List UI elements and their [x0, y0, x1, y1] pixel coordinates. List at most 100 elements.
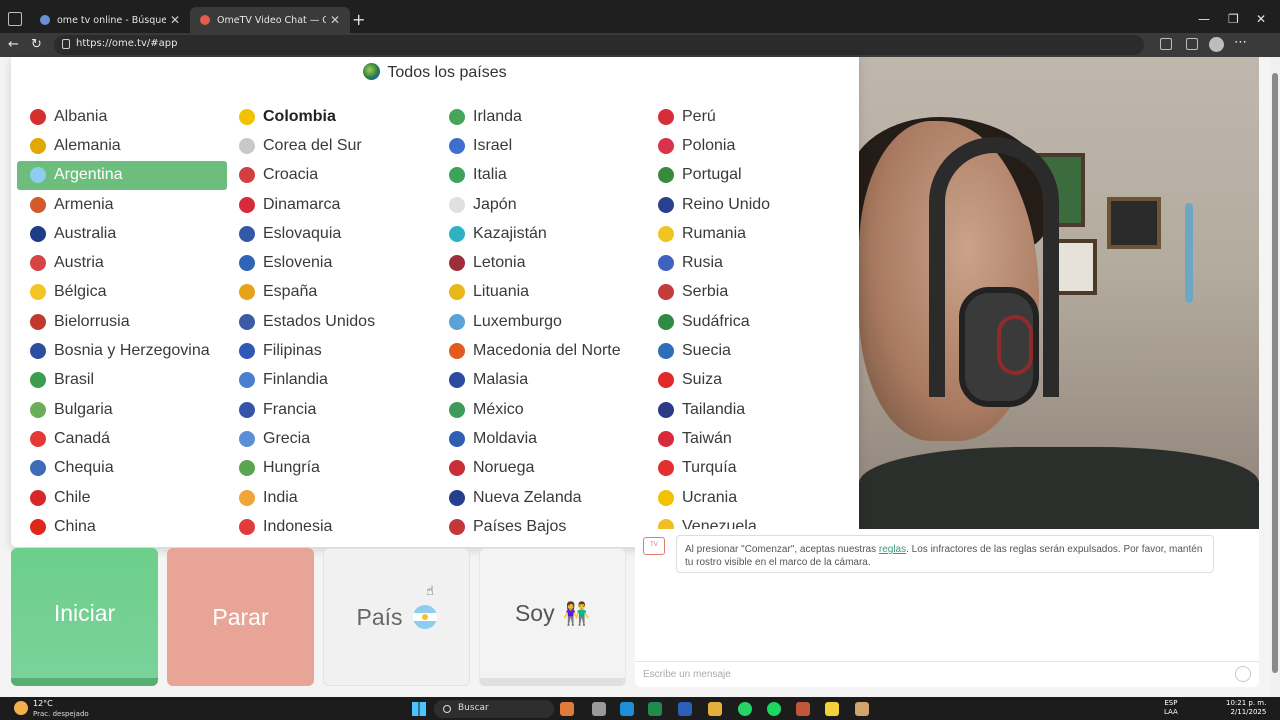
- task-view-icon[interactable]: [592, 702, 606, 716]
- country-option[interactable]: Nueva Zelanda: [436, 483, 646, 512]
- country-option[interactable]: Francia: [226, 395, 436, 424]
- weather-icon[interactable]: [14, 701, 28, 715]
- close-tab-icon[interactable]: ✕: [170, 13, 180, 27]
- app-icon[interactable]: [796, 702, 810, 716]
- country-button[interactable]: País: [323, 548, 470, 686]
- country-option[interactable]: Noruega: [436, 454, 646, 483]
- country-option[interactable]: Australia: [17, 219, 227, 248]
- country-option[interactable]: Bosnia y Herzegovina: [17, 336, 227, 365]
- new-tab-icon[interactable]: +: [352, 10, 365, 29]
- browser-tab-search[interactable]: ome tv online - Búsqueda ✕: [30, 8, 190, 32]
- whatsapp-icon[interactable]: [738, 702, 752, 716]
- country-option[interactable]: Alemania: [17, 131, 227, 160]
- minimize-icon[interactable]: —: [1198, 12, 1210, 26]
- country-option[interactable]: Bélgica: [17, 278, 227, 307]
- country-option[interactable]: Dinamarca: [226, 190, 436, 219]
- country-option[interactable]: Italia: [436, 161, 646, 190]
- country-option[interactable]: Indonesia: [226, 512, 436, 541]
- country-option[interactable]: Bielorrusia: [17, 307, 227, 336]
- country-option[interactable]: Argentina: [17, 160, 227, 190]
- input-language[interactable]: ESP LAA: [1164, 699, 1178, 717]
- start-menu-icon[interactable]: [412, 702, 426, 716]
- country-option[interactable]: Corea del Sur: [226, 131, 436, 160]
- gender-button[interactable]: Soy 👫: [479, 548, 626, 686]
- scroll-thumb[interactable]: [1272, 73, 1278, 673]
- close-window-icon[interactable]: ✕: [1256, 12, 1266, 26]
- start-button[interactable]: Iniciar: [11, 548, 158, 686]
- country-option[interactable]: Chequia: [17, 454, 227, 483]
- country-option[interactable]: Hungría: [226, 454, 436, 483]
- favorites-icon[interactable]: [1186, 38, 1198, 50]
- country-option[interactable]: Austria: [17, 248, 227, 277]
- country-option[interactable]: Polonia: [645, 131, 855, 160]
- country-option[interactable]: Canadá: [17, 424, 227, 453]
- country-option[interactable]: Finlandia: [226, 366, 436, 395]
- restore-icon[interactable]: ❐: [1228, 12, 1239, 26]
- country-option[interactable]: Turquía: [645, 454, 855, 483]
- country-option[interactable]: Perú: [645, 102, 855, 131]
- app-icon[interactable]: [855, 702, 869, 716]
- spotify-icon[interactable]: [767, 702, 781, 716]
- country-option[interactable]: Albania: [17, 102, 227, 131]
- country-option[interactable]: Moldavia: [436, 424, 646, 453]
- country-option[interactable]: Portugal: [645, 161, 855, 190]
- taskbar-search[interactable]: Buscar: [434, 700, 554, 718]
- country-option[interactable]: España: [226, 278, 436, 307]
- browser-tab-ometv[interactable]: OmeTV Video Chat — Ome ✕: [190, 7, 350, 33]
- country-option[interactable]: Países Bajos: [436, 512, 646, 541]
- country-option[interactable]: Rusia: [645, 248, 855, 277]
- file-explorer-icon[interactable]: [708, 702, 722, 716]
- country-option[interactable]: China: [17, 512, 227, 541]
- excel-icon[interactable]: [648, 702, 662, 716]
- country-option[interactable]: Letonia: [436, 248, 646, 277]
- close-tab-icon[interactable]: ✕: [330, 13, 340, 27]
- site-info-icon[interactable]: [62, 39, 70, 49]
- country-option[interactable]: Suiza: [645, 366, 855, 395]
- country-option[interactable]: Chile: [17, 483, 227, 512]
- sticky-notes-icon[interactable]: [825, 702, 839, 716]
- country-option[interactable]: Rumania: [645, 219, 855, 248]
- country-option[interactable]: Serbia: [645, 278, 855, 307]
- country-option[interactable]: Filipinas: [226, 336, 436, 365]
- country-option[interactable]: Brasil: [17, 366, 227, 395]
- country-option[interactable]: Malasia: [436, 366, 646, 395]
- country-option[interactable]: Croacia: [226, 161, 436, 190]
- country-option[interactable]: Japón: [436, 190, 646, 219]
- stop-button[interactable]: Parar: [167, 548, 314, 686]
- country-option[interactable]: Macedonia del Norte: [436, 336, 646, 365]
- country-option[interactable]: Sudáfrica: [645, 307, 855, 336]
- extensions-icon[interactable]: [1160, 38, 1172, 50]
- address-bar[interactable]: https://ome.tv/#app: [54, 35, 1144, 55]
- country-option[interactable]: Kazajistán: [436, 219, 646, 248]
- menu-icon[interactable]: ⋯: [1234, 35, 1247, 50]
- reload-icon[interactable]: ↻: [31, 37, 42, 52]
- country-option[interactable]: Colombia: [226, 102, 436, 131]
- message-input[interactable]: Escribe un mensaje: [635, 661, 1259, 687]
- emoji-icon[interactable]: [1235, 666, 1251, 682]
- country-option[interactable]: Lituania: [436, 278, 646, 307]
- tab-actions-icon[interactable]: [8, 12, 22, 26]
- word-icon[interactable]: [678, 702, 692, 716]
- page-scrollbar[interactable]: [1270, 57, 1280, 697]
- country-option[interactable]: Suecia: [645, 336, 855, 365]
- country-option[interactable]: Estados Unidos: [226, 307, 436, 336]
- profile-avatar[interactable]: [1209, 37, 1224, 52]
- country-option[interactable]: México: [436, 395, 646, 424]
- country-option[interactable]: Reino Unido: [645, 190, 855, 219]
- country-option[interactable]: Grecia: [226, 424, 436, 453]
- rules-link[interactable]: reglas: [879, 544, 906, 555]
- country-option[interactable]: Irlanda: [436, 102, 646, 131]
- app-icon[interactable]: [560, 702, 574, 716]
- country-option[interactable]: Luxemburgo: [436, 307, 646, 336]
- country-option[interactable]: Israel: [436, 131, 646, 160]
- country-option[interactable]: Bulgaria: [17, 395, 227, 424]
- edge-icon[interactable]: [620, 702, 634, 716]
- country-option[interactable]: Ucrania: [645, 483, 855, 512]
- country-option[interactable]: Tailandia: [645, 395, 855, 424]
- clock[interactable]: 10:21 p. m. 2/11/2025: [1226, 699, 1266, 717]
- country-option[interactable]: India: [226, 483, 436, 512]
- country-option[interactable]: Eslovenia: [226, 248, 436, 277]
- country-option[interactable]: Armenia: [17, 190, 227, 219]
- country-option[interactable]: Eslovaquia: [226, 219, 436, 248]
- country-option[interactable]: Taiwán: [645, 424, 855, 453]
